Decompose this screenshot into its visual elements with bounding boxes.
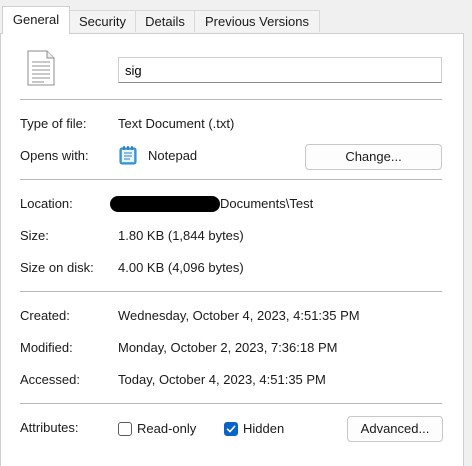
- tab-details[interactable]: Details: [135, 10, 195, 32]
- general-panel: [0, 33, 464, 466]
- type-of-file-label: Type of file:: [20, 116, 87, 131]
- accessed-value: Today, October 4, 2023, 4:51:35 PM: [118, 372, 326, 387]
- modified-value: Monday, October 2, 2023, 7:36:18 PM: [118, 340, 338, 355]
- separator: [20, 99, 442, 100]
- accessed-label: Accessed:: [20, 372, 80, 387]
- read-only-label[interactable]: Read-only: [137, 421, 196, 436]
- redaction-mark: [110, 196, 220, 212]
- created-label: Created:: [20, 308, 70, 323]
- tab-bar: General Security Details Previous Versio…: [0, 0, 472, 34]
- opens-with-label: Opens with:: [20, 148, 89, 163]
- size-value: 1.80 KB (1,844 bytes): [118, 228, 244, 243]
- attributes-label: Attributes:: [20, 420, 79, 435]
- size-on-disk-label: Size on disk:: [20, 260, 94, 275]
- change-button[interactable]: Change...: [305, 144, 442, 170]
- hidden-label[interactable]: Hidden: [243, 421, 284, 436]
- notepad-icon: [119, 145, 137, 165]
- tab-previous-versions[interactable]: Previous Versions: [194, 10, 320, 32]
- checkmark-icon: [226, 425, 236, 433]
- opens-with-app: Notepad: [148, 148, 198, 163]
- location-value: Documents\Test: [220, 196, 314, 211]
- tab-security[interactable]: Security: [69, 10, 136, 32]
- hidden-checkbox[interactable]: [224, 422, 238, 436]
- read-only-checkbox[interactable]: [118, 422, 132, 436]
- type-of-file-value: Text Document (.txt): [118, 116, 235, 131]
- text-document-icon: [26, 50, 56, 86]
- separator: [20, 403, 442, 404]
- file-name-input[interactable]: [118, 57, 442, 83]
- size-label: Size:: [20, 228, 49, 243]
- location-label: Location:: [20, 196, 73, 211]
- separator: [20, 179, 442, 180]
- properties-dialog: General Security Details Previous Versio…: [0, 0, 472, 466]
- modified-label: Modified:: [20, 340, 73, 355]
- created-value: Wednesday, October 4, 2023, 4:51:35 PM: [118, 308, 360, 323]
- tab-general[interactable]: General: [2, 6, 70, 34]
- separator: [20, 291, 442, 292]
- size-on-disk-value: 4.00 KB (4,096 bytes): [118, 260, 244, 275]
- advanced-button[interactable]: Advanced...: [347, 416, 443, 442]
